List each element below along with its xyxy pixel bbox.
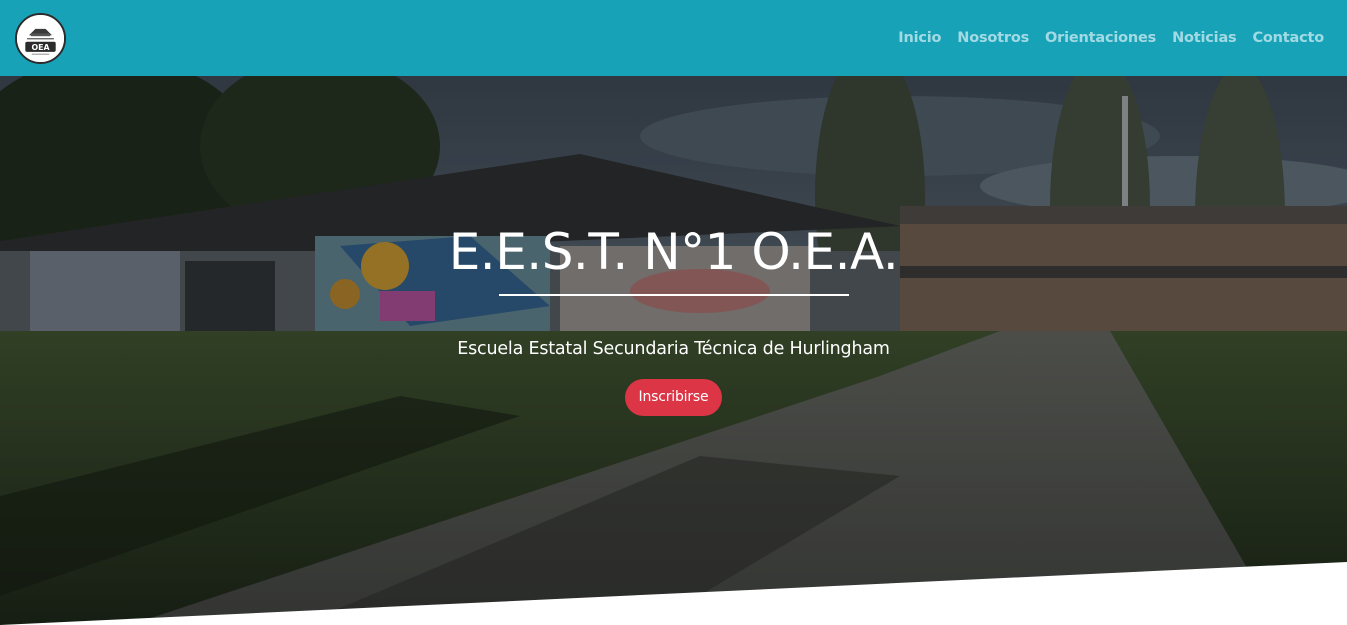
nav-link-noticias[interactable]: Noticias xyxy=(1172,30,1237,46)
logo-text: OEA xyxy=(31,43,50,52)
school-logo-icon[interactable]: OEA xyxy=(15,13,66,64)
nav-link-orientaciones[interactable]: Orientaciones xyxy=(1045,30,1156,46)
nav-menu: Inicio Nosotros Orientaciones Noticias C… xyxy=(898,0,1324,76)
hero-bottom-slant xyxy=(0,562,1347,625)
navbar: OEA Inicio Nosotros Orientaciones Notici… xyxy=(0,0,1347,76)
nav-link-inicio[interactable]: Inicio xyxy=(898,30,941,46)
hero-section: E.E.S.T. N°1 O.E.A. Escuela Estatal Secu… xyxy=(0,76,1347,625)
nav-link-contacto[interactable]: Contacto xyxy=(1252,30,1324,46)
nav-link-nosotros[interactable]: Nosotros xyxy=(957,30,1029,46)
